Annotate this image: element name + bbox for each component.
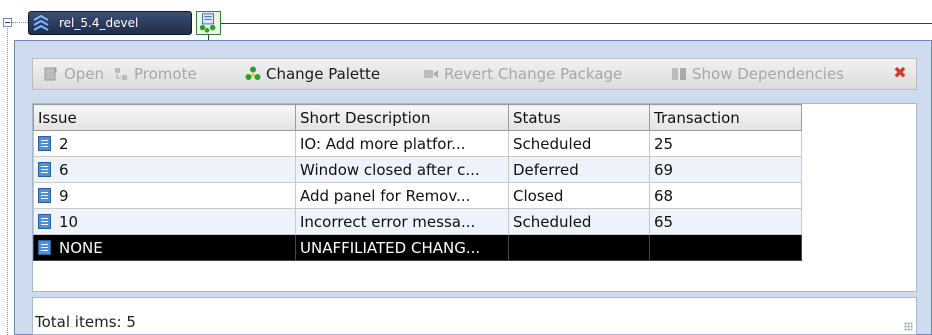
change-palette-label: Change Palette: [266, 65, 381, 83]
table-row[interactable]: 10 Incorrect error messa... Scheduled 65: [33, 208, 802, 235]
project-node[interactable]: rel_5.4_devel: [28, 11, 192, 35]
show-dependencies-button[interactable]: Show Dependencies: [671, 59, 844, 89]
issues-table: Issue Short Description Status Transacti…: [33, 104, 802, 261]
issue-doc-icon: [38, 135, 51, 151]
short-description-cell: Incorrect error messa...: [295, 208, 509, 235]
revert-change-package-label: Revert Change Package: [444, 65, 623, 83]
change-package-icon: [199, 13, 216, 33]
promote-label: Promote: [134, 65, 197, 83]
issue-cell: 6: [33, 156, 296, 183]
dependencies-icon: [671, 66, 687, 82]
status-cell: Scheduled: [508, 208, 650, 235]
show-dependencies-label: Show Dependencies: [692, 65, 844, 83]
issue-id: 10: [59, 212, 79, 231]
open-label: Open: [64, 65, 105, 83]
open-doc-icon: [43, 66, 59, 82]
status-cell: Closed: [508, 182, 650, 209]
issue-doc-icon: [38, 239, 51, 255]
transaction-cell: 68: [649, 182, 802, 209]
issue-cell: NONE: [33, 234, 296, 261]
total-items-text: Total items: 5: [35, 313, 136, 331]
short-description-cell: Window closed after c...: [295, 156, 509, 183]
issues-grid: Issue Short Description Status Transacti…: [32, 103, 917, 292]
short-description-cell: UNAFFILIATED CHANG...: [295, 234, 509, 261]
node-connector: [221, 23, 932, 24]
column-header-short-description[interactable]: Short Description: [295, 104, 509, 131]
issue-id: 6: [59, 160, 69, 179]
table-row[interactable]: 6 Window closed after c... Deferred 69: [33, 156, 802, 183]
status-bar: Total items: 5: [32, 297, 917, 335]
revert-icon: [423, 66, 439, 82]
issue-doc-icon: [38, 213, 51, 229]
issue-id: 9: [59, 186, 69, 205]
change-package-node[interactable]: [196, 11, 221, 35]
issue-cell: 2: [33, 130, 296, 157]
column-header-issue[interactable]: Issue: [33, 104, 296, 131]
table-row[interactable]: 9 Add panel for Remov... Closed 68: [33, 182, 802, 209]
tree-collapse-toggle[interactable]: [3, 18, 12, 27]
project-chevrons-icon: [33, 15, 49, 31]
project-node-label: rel_5.4_devel: [59, 16, 139, 30]
short-description-cell: Add panel for Remov...: [295, 182, 509, 209]
issue-id: 2: [59, 134, 69, 153]
table-header-row: Issue Short Description Status Transacti…: [33, 104, 802, 131]
issue-cell: 9: [33, 182, 296, 209]
change-palette-icon: [245, 66, 261, 82]
promote-button[interactable]: Promote: [113, 59, 197, 89]
tree-connector-vertical: [7, 28, 8, 335]
table-row-selected[interactable]: NONE UNAFFILIATED CHANG...: [33, 234, 802, 261]
transaction-cell: [649, 234, 802, 261]
revert-change-package-button[interactable]: Revert Change Package: [423, 59, 622, 89]
open-button[interactable]: Open: [43, 59, 104, 89]
transaction-cell: 25: [649, 130, 802, 157]
transaction-cell: 69: [649, 156, 802, 183]
issue-id: NONE: [59, 238, 103, 257]
status-cell: Deferred: [508, 156, 650, 183]
close-icon[interactable]: ✖: [892, 65, 908, 81]
short-description-cell: IO: Add more platfor...: [295, 130, 509, 157]
toolbar: Open Promote Change Palette Revert Chang…: [32, 58, 917, 90]
issue-doc-icon: [38, 161, 51, 177]
issue-doc-icon: [38, 187, 51, 203]
column-header-transaction[interactable]: Transaction: [649, 104, 802, 131]
column-header-status[interactable]: Status: [508, 104, 650, 131]
table-row[interactable]: 2 IO: Add more platfor... Scheduled 25: [33, 130, 802, 157]
status-cell: [508, 234, 650, 261]
status-cell: Scheduled: [508, 130, 650, 157]
resize-grip-icon[interactable]: [904, 322, 913, 331]
promote-icon: [113, 66, 129, 82]
issue-cell: 10: [33, 208, 296, 235]
change-palette-button[interactable]: Change Palette: [245, 59, 380, 89]
transaction-cell: 65: [649, 208, 802, 235]
